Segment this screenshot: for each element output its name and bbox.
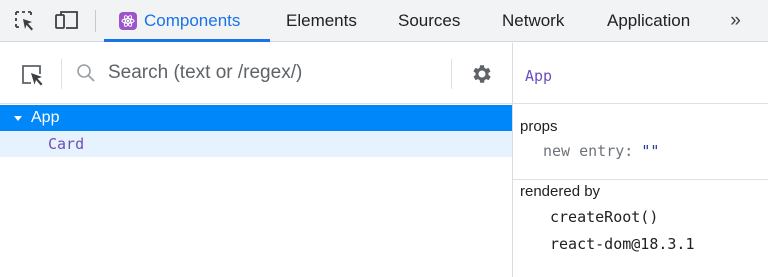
tree-item-label: Card [48, 135, 85, 153]
active-tab-indicator [104, 39, 270, 42]
tab-elements-label: Elements [286, 11, 357, 30]
react-icon [119, 12, 137, 30]
component-search-bar [0, 43, 512, 104]
tree-item-label: App [31, 109, 60, 126]
prop-key[interactable]: new entry [543, 142, 624, 160]
tree-item-app[interactable]: App [0, 105, 512, 131]
component-inspector-pane: App props new entry: "" rendered by creat… [513, 43, 768, 277]
props-heading: props [520, 118, 558, 135]
tab-components-label: Components [144, 11, 241, 30]
tab-elements[interactable]: Elements [286, 0, 357, 42]
search-input[interactable] [108, 57, 438, 89]
component-tree-pane: App Card [0, 43, 512, 277]
gear-icon[interactable] [470, 62, 494, 86]
device-toolbar-icon[interactable] [54, 8, 80, 34]
tab-sources-label: Sources [398, 11, 461, 30]
tab-network-label: Network [502, 11, 565, 30]
tab-sources[interactable]: Sources [398, 0, 460, 42]
prop-value[interactable]: "" [641, 142, 659, 160]
prop-row[interactable]: new entry: "" [543, 142, 659, 160]
devtools-tab-bar: Components Elements Sources Network Appl… [0, 0, 768, 42]
inspect-element-icon[interactable] [12, 8, 38, 34]
tree-item-card[interactable]: Card [0, 131, 512, 157]
tab-application-label: Application [607, 11, 691, 30]
inspected-component-name: App [525, 67, 553, 85]
tab-application[interactable]: Application [607, 0, 690, 42]
toolbar-divider [95, 10, 96, 32]
rendered-by-item: createRoot() [550, 208, 659, 226]
tab-network[interactable]: Network [502, 0, 564, 42]
expand-caret-icon[interactable] [14, 115, 22, 121]
rendered-by-section: rendered by createRoot() react-dom@18.3.… [513, 180, 768, 277]
select-element-icon[interactable] [18, 61, 46, 89]
search-divider [61, 59, 62, 89]
prop-colon: : [624, 142, 634, 160]
tab-components[interactable]: Components [119, 0, 240, 42]
rendered-by-item: react-dom@18.3.1 [550, 235, 695, 253]
more-tabs-icon[interactable]: » [720, 8, 748, 34]
settings-divider [451, 59, 452, 89]
search-icon [76, 63, 96, 83]
inspector-header: App [513, 43, 768, 104]
rendered-by-heading: rendered by [520, 183, 601, 200]
props-section: props new entry: "" [513, 105, 768, 180]
